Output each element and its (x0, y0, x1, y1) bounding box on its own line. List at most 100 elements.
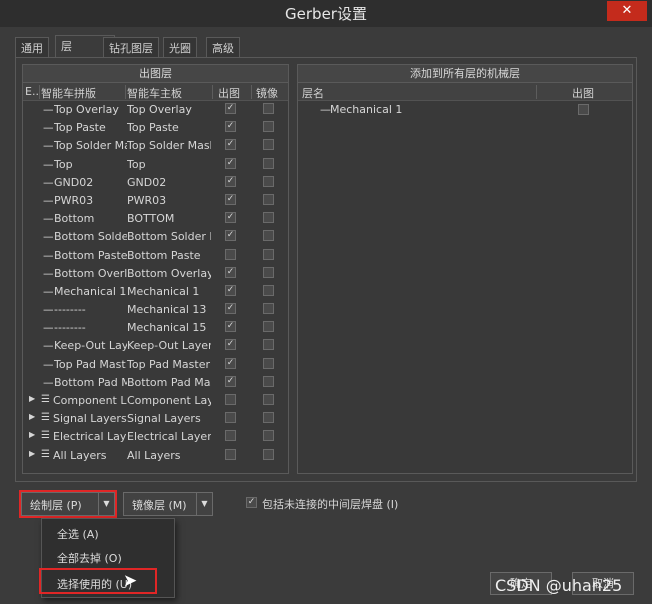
plot-checkbox[interactable]: ✓ (225, 157, 236, 169)
mirror-checkbox[interactable] (263, 430, 274, 442)
expand-arrow-icon[interactable]: ▶ (29, 394, 35, 403)
mirror-checkbox[interactable] (263, 375, 274, 387)
plot-checkbox[interactable]: ✓ (225, 230, 236, 242)
plot-checkbox[interactable]: ✓ (225, 121, 236, 133)
expand-arrow-icon[interactable]: ▶ (29, 449, 35, 458)
tree-line: — (43, 157, 53, 171)
layer-row[interactable]: — Bottom Overl Bottom Overlay ✓ (23, 265, 288, 283)
plot-checkbox[interactable]: ✓ (225, 103, 236, 114)
mechanical-layers-panel: 添加到所有层的机械层 层名 出图 — Mechanical 1 (297, 64, 633, 474)
layer-row[interactable]: — Top Top ✓ (23, 156, 288, 174)
mirror-checkbox[interactable] (263, 121, 274, 133)
column-expand[interactable]: E... (25, 85, 39, 98)
layer-row[interactable]: — Bottom Solder Bottom Solder M ✓ (23, 228, 288, 246)
layer-row[interactable]: — Keep-Out Lay Keep-Out Layer ✓ (23, 337, 288, 355)
layer-name-panel: All Layers (53, 448, 107, 462)
column-layer-name[interactable]: 层名 (302, 85, 502, 101)
plot-checkbox[interactable]: ✓ (225, 303, 236, 315)
plot-checkbox[interactable]: ✓ (225, 284, 236, 296)
plot-checkbox[interactable]: ✓ (225, 375, 236, 387)
layer-name-main: Top Paste (127, 121, 179, 135)
mirror-checkbox[interactable] (263, 212, 274, 224)
column-main-board[interactable]: 智能车主板 (127, 85, 211, 101)
plot-checkbox[interactable] (225, 248, 236, 260)
mirror-layers-button[interactable]: 镜像层 (M) ▼ (123, 492, 213, 516)
tree-line: — (43, 103, 53, 116)
plot-checkbox[interactable] (225, 448, 236, 460)
tab-drill-drawing[interactable]: 钻孔图层 (103, 37, 159, 57)
plot-checkbox[interactable]: ✓ (225, 139, 236, 151)
mirror-checkbox[interactable] (263, 394, 274, 405)
tab-general[interactable]: 通用 (15, 37, 49, 57)
layer-row[interactable]: — Bottom Pad M Bottom Pad Mas ✓ (23, 374, 288, 392)
mirror-checkbox[interactable] (263, 103, 274, 114)
layer-name-main: All Layers (127, 448, 181, 462)
plot-checkbox[interactable] (225, 394, 236, 405)
plot-checkbox[interactable]: ✓ (225, 193, 236, 205)
layer-name-main: Electrical Layers (127, 430, 211, 444)
mirror-checkbox[interactable] (263, 248, 274, 260)
layer-row[interactable]: ▶ ☰ Signal Layers Signal Layers (23, 410, 288, 428)
layer-row[interactable]: — Top Pad Mast Top Pad Master ✓ (23, 356, 288, 374)
column-plot[interactable]: 出图 (218, 85, 248, 101)
column-mirror[interactable]: 镜像 (256, 85, 286, 101)
layer-row[interactable]: — Bottom BOTTOM ✓ (23, 210, 288, 228)
expand-arrow-icon[interactable]: ▶ (29, 412, 35, 421)
layer-row[interactable]: — Top Solder Ma Top Solder Mask ✓ (23, 137, 288, 155)
layer-row[interactable]: — PWR03 PWR03 ✓ (23, 192, 288, 210)
mirror-checkbox[interactable] (263, 175, 274, 187)
layer-row[interactable]: ▶ ☰ Electrical Laye Electrical Layers (23, 428, 288, 446)
mirror-checkbox[interactable] (263, 266, 274, 278)
layer-row[interactable]: — -------- Mechanical 13 ✓ (23, 301, 288, 319)
layer-name-panel: Top Pad Mast (54, 357, 126, 371)
layer-name-main: Component Laye (127, 394, 211, 407)
mirror-checkbox[interactable] (263, 230, 274, 242)
layer-row[interactable]: — GND02 GND02 ✓ (23, 174, 288, 192)
plot-checkbox[interactable]: ✓ (225, 175, 236, 187)
expand-arrow-icon[interactable]: ▶ (29, 430, 35, 439)
layer-row[interactable]: ▶ ☰ All Layers All Layers (23, 447, 288, 465)
plot-checkbox[interactable]: ✓ (225, 339, 236, 351)
plot-checkbox[interactable]: ✓ (225, 212, 236, 224)
mirror-checkbox[interactable] (263, 448, 274, 460)
layer-name-main: GND02 (127, 175, 167, 189)
include-unconnected-pads-checkbox[interactable]: ✓ (246, 497, 257, 508)
mirror-checkbox[interactable] (263, 321, 274, 333)
chevron-down-icon[interactable]: ▼ (196, 493, 212, 515)
mirror-checkbox[interactable] (263, 303, 274, 315)
mirror-checkbox[interactable] (263, 193, 274, 205)
plot-checkbox[interactable]: ✓ (225, 357, 236, 369)
plot-checkbox[interactable] (225, 430, 236, 442)
layer-row[interactable]: — Bottom Paste Bottom Paste (23, 247, 288, 265)
mirror-checkbox[interactable] (263, 157, 274, 169)
tree-line: — (43, 266, 53, 280)
column-panel-array[interactable]: 智能车拼版 (41, 85, 127, 101)
tree-line: — (43, 303, 53, 317)
layer-row[interactable]: — Top Paste Top Paste ✓ (23, 119, 288, 137)
tab-advanced[interactable]: 高级 (206, 37, 240, 57)
mech-plot-checkbox[interactable] (578, 104, 589, 115)
layer-name-panel: Bottom Paste (54, 248, 127, 262)
layer-row[interactable]: ▶ ☰Component LComponent Laye (23, 392, 288, 410)
menu-item-select-all[interactable]: 全选 (A) (42, 523, 174, 543)
mechanical-layer-row[interactable]: — Mechanical 1 (298, 101, 632, 119)
title-bar: Gerber设置 ✕ (0, 0, 652, 27)
menu-item-clear-all[interactable]: 全部去掉 (O) (42, 547, 174, 567)
mirror-checkbox[interactable] (263, 139, 274, 151)
layer-row[interactable]: — Top Overlay Top Overlay ✓ (23, 101, 288, 119)
plot-checkbox[interactable]: ✓ (225, 266, 236, 278)
plot-checkbox[interactable] (225, 412, 236, 424)
layer-name-panel: Bottom Overl (54, 266, 127, 280)
mirror-checkbox[interactable] (263, 339, 274, 351)
layer-name-main: Top Solder Mask (127, 139, 211, 153)
layer-row[interactable]: — -------- Mechanical 15 ✓ (23, 319, 288, 337)
tab-apertures[interactable]: 光圈 (163, 37, 197, 57)
plot-checkbox[interactable]: ✓ (225, 321, 236, 333)
mirror-checkbox[interactable] (263, 412, 274, 424)
close-button[interactable]: ✕ (607, 1, 647, 21)
column-mech-plot[interactable]: 出图 (572, 85, 612, 101)
layer-row[interactable]: — Mechanical 1 Mechanical 1 ✓ (23, 283, 288, 301)
layer-name-panel: Signal Layers (53, 412, 127, 426)
mirror-checkbox[interactable] (263, 357, 274, 369)
mirror-checkbox[interactable] (263, 284, 274, 296)
